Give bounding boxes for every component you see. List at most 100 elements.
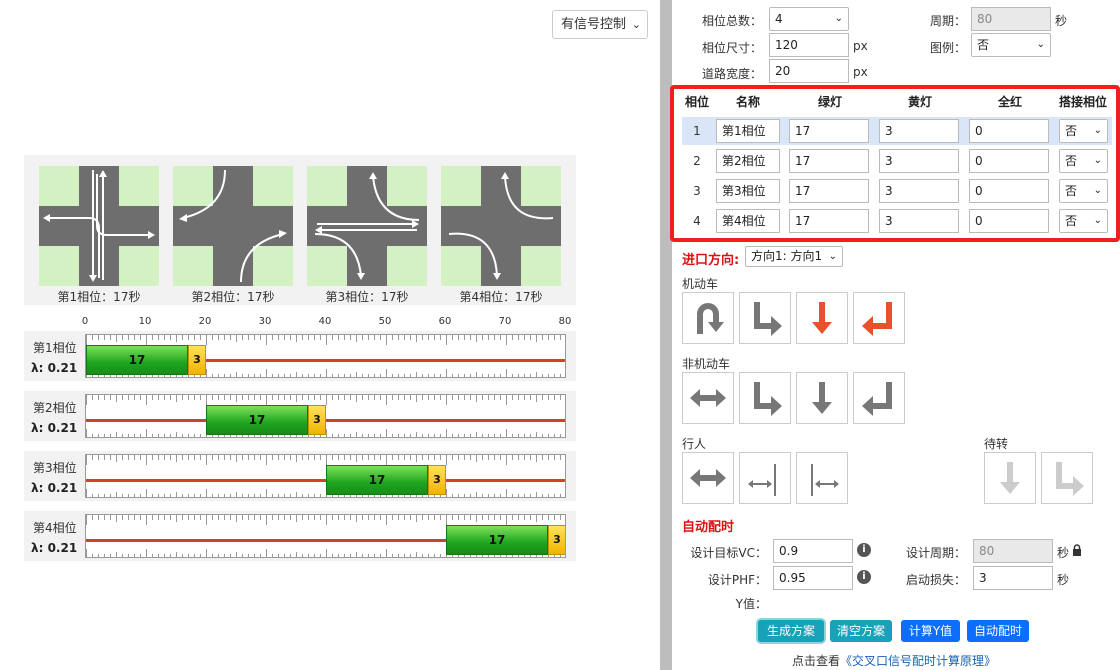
table-header-name: 名称 — [735, 95, 760, 109]
green-input[interactable]: 17 — [789, 149, 869, 173]
overlap-select[interactable]: 否 ⌄ — [1059, 209, 1108, 233]
timeline-lambda: λ: 0.21 — [31, 361, 78, 375]
green-interval-bar[interactable]: 17 — [446, 525, 548, 555]
timeline-track[interactable]: 17 3 — [85, 394, 566, 438]
startup-loss-unit: 秒 — [1057, 573, 1070, 587]
entry-direction-select[interactable]: 方向1: 方向1 ⌄ — [745, 246, 843, 267]
timeline-row-1: 第1相位 λ: 0.21 17 3 — [24, 331, 576, 381]
entry-direction-value: 方向1: 方向1 — [751, 249, 823, 263]
green-interval-bar[interactable]: 17 — [326, 465, 428, 495]
generate-plan-button[interactable]: 生成方案 — [758, 620, 824, 642]
turn-left-icon[interactable] — [853, 372, 905, 424]
phase-count-label: 相位总数： — [701, 14, 762, 28]
timeline-track[interactable]: 17 3 — [85, 454, 566, 498]
design-cycle-input[interactable]: 80 — [973, 539, 1053, 563]
yellow-input[interactable]: 3 — [879, 119, 959, 143]
pedestrian-half-crossing-right-icon[interactable] — [796, 452, 848, 504]
allred-input[interactable]: 0 — [969, 149, 1049, 173]
lock-icon[interactable] — [1071, 544, 1083, 556]
axis-tick-label: 70 — [498, 316, 512, 327]
axis-tick-label: 40 — [318, 316, 332, 327]
straight-arrow-icon[interactable] — [796, 372, 848, 424]
table-header-phase: 相位 — [684, 95, 709, 109]
waiting-turn-label: 待转 — [984, 437, 1009, 451]
green-input[interactable]: 17 — [789, 179, 869, 203]
yellow-input[interactable]: 3 — [879, 179, 959, 203]
row-number: 2 — [693, 154, 701, 168]
yellow-interval-bar[interactable]: 3 — [308, 405, 326, 435]
info-icon[interactable]: i — [857, 543, 871, 557]
yellow-interval-bar[interactable]: 3 — [188, 345, 206, 375]
phase-name-input[interactable]: 第3相位 — [716, 179, 780, 203]
pedestrian-half-crossing-icon[interactable] — [739, 452, 791, 504]
pedestrian-crossing-icon[interactable] — [682, 452, 734, 504]
uturn-icon[interactable] — [682, 292, 734, 344]
road-width-unit: px — [853, 65, 868, 79]
timeline-track[interactable]: 17 3 — [85, 514, 566, 558]
table-header-green: 绿灯 — [817, 95, 842, 109]
turn-left-icon[interactable] — [853, 292, 905, 344]
straight-arrow-icon[interactable] — [796, 292, 848, 344]
phase-size-input[interactable]: 120 — [769, 33, 849, 57]
phase-2-intersection — [173, 166, 293, 286]
phase-size-unit: px — [853, 39, 868, 53]
phase-name-input[interactable]: 第2相位 — [716, 149, 780, 173]
timeline-row-4: 第4相位 λ: 0.21 17 3 — [24, 511, 576, 561]
overlap-select[interactable]: 否 ⌄ — [1059, 119, 1108, 143]
yellow-input[interactable]: 3 — [879, 209, 959, 233]
overlap-value: 否 — [1065, 154, 1078, 168]
road-width-input[interactable]: 20 — [769, 59, 849, 83]
legend-select[interactable]: 否 ⌄ — [971, 33, 1051, 57]
axis-tick-label: 50 — [378, 316, 392, 327]
turn-right-icon[interactable] — [739, 372, 791, 424]
target-vc-input[interactable]: 0.9 — [773, 539, 853, 563]
overlap-select[interactable]: 否 ⌄ — [1059, 149, 1108, 173]
chevron-down-icon: ⌄ — [1093, 125, 1102, 136]
design-cycle-unit: 秒 — [1057, 546, 1070, 560]
phase-3-label: 第3相位：17秒 — [325, 290, 409, 304]
cycle-label: 周期： — [929, 14, 966, 28]
green-interval-bar[interactable]: 17 — [86, 345, 188, 375]
phase-1-label: 第1相位：17秒 — [57, 290, 141, 304]
allred-input[interactable]: 0 — [969, 119, 1049, 143]
waiting-turn-right-icon[interactable] — [1041, 452, 1093, 504]
yellow-interval-bar[interactable]: 3 — [548, 525, 565, 555]
principle-link[interactable]: 《交叉口信号配时计算原理》 — [840, 654, 996, 668]
green-interval-bar[interactable]: 17 — [206, 405, 308, 435]
red-signal-line — [86, 419, 565, 422]
signal-mode-select[interactable]: 有信号控制 ⌄ — [552, 10, 648, 39]
axis-tick-label: 30 — [258, 316, 272, 327]
design-phf-input[interactable]: 0.95 — [773, 566, 853, 590]
phase-count-select[interactable]: 4 ⌄ — [769, 7, 849, 31]
waiting-straight-icon[interactable] — [984, 452, 1036, 504]
allred-input[interactable]: 0 — [969, 209, 1049, 233]
ruler-ticks — [86, 395, 561, 437]
turn-right-icon[interactable] — [739, 292, 791, 344]
bidirectional-arrow-icon[interactable] — [682, 372, 734, 424]
startup-loss-input[interactable]: 3 — [973, 566, 1053, 590]
allred-input[interactable]: 0 — [969, 179, 1049, 203]
legend-label: 图例： — [929, 41, 966, 55]
chevron-down-icon: ⌄ — [1093, 185, 1102, 196]
auto-timing-button[interactable]: 自动配时 — [967, 620, 1029, 642]
timeline-lambda: λ: 0.21 — [31, 481, 78, 495]
timeline-phase-name: 第1相位 — [33, 341, 77, 355]
phase-name-input[interactable]: 第1相位 — [716, 119, 780, 143]
row-number: 4 — [693, 214, 701, 228]
cycle-input[interactable]: 80 — [971, 7, 1051, 31]
yellow-interval-bar[interactable]: 3 — [428, 465, 446, 495]
green-input[interactable]: 17 — [789, 209, 869, 233]
yellow-input[interactable]: 3 — [879, 149, 959, 173]
info-icon[interactable]: i — [857, 570, 871, 584]
footer-note: 点击查看《交叉口信号配时计算原理》 — [792, 652, 996, 669]
clear-plan-button[interactable]: 清空方案 — [830, 620, 892, 642]
green-input[interactable]: 17 — [789, 119, 869, 143]
calc-y-button[interactable]: 计算Y值 — [901, 620, 960, 642]
phase-4-label: 第4相位：17秒 — [459, 290, 543, 304]
axis-tick-label: 80 — [558, 316, 572, 327]
overlap-select[interactable]: 否 ⌄ — [1059, 179, 1108, 203]
chevron-down-icon: ⌄ — [828, 251, 837, 262]
footer-prefix: 点击查看 — [792, 654, 841, 668]
phase-name-input[interactable]: 第4相位 — [716, 209, 780, 233]
timeline-track[interactable]: 17 3 — [85, 334, 566, 378]
